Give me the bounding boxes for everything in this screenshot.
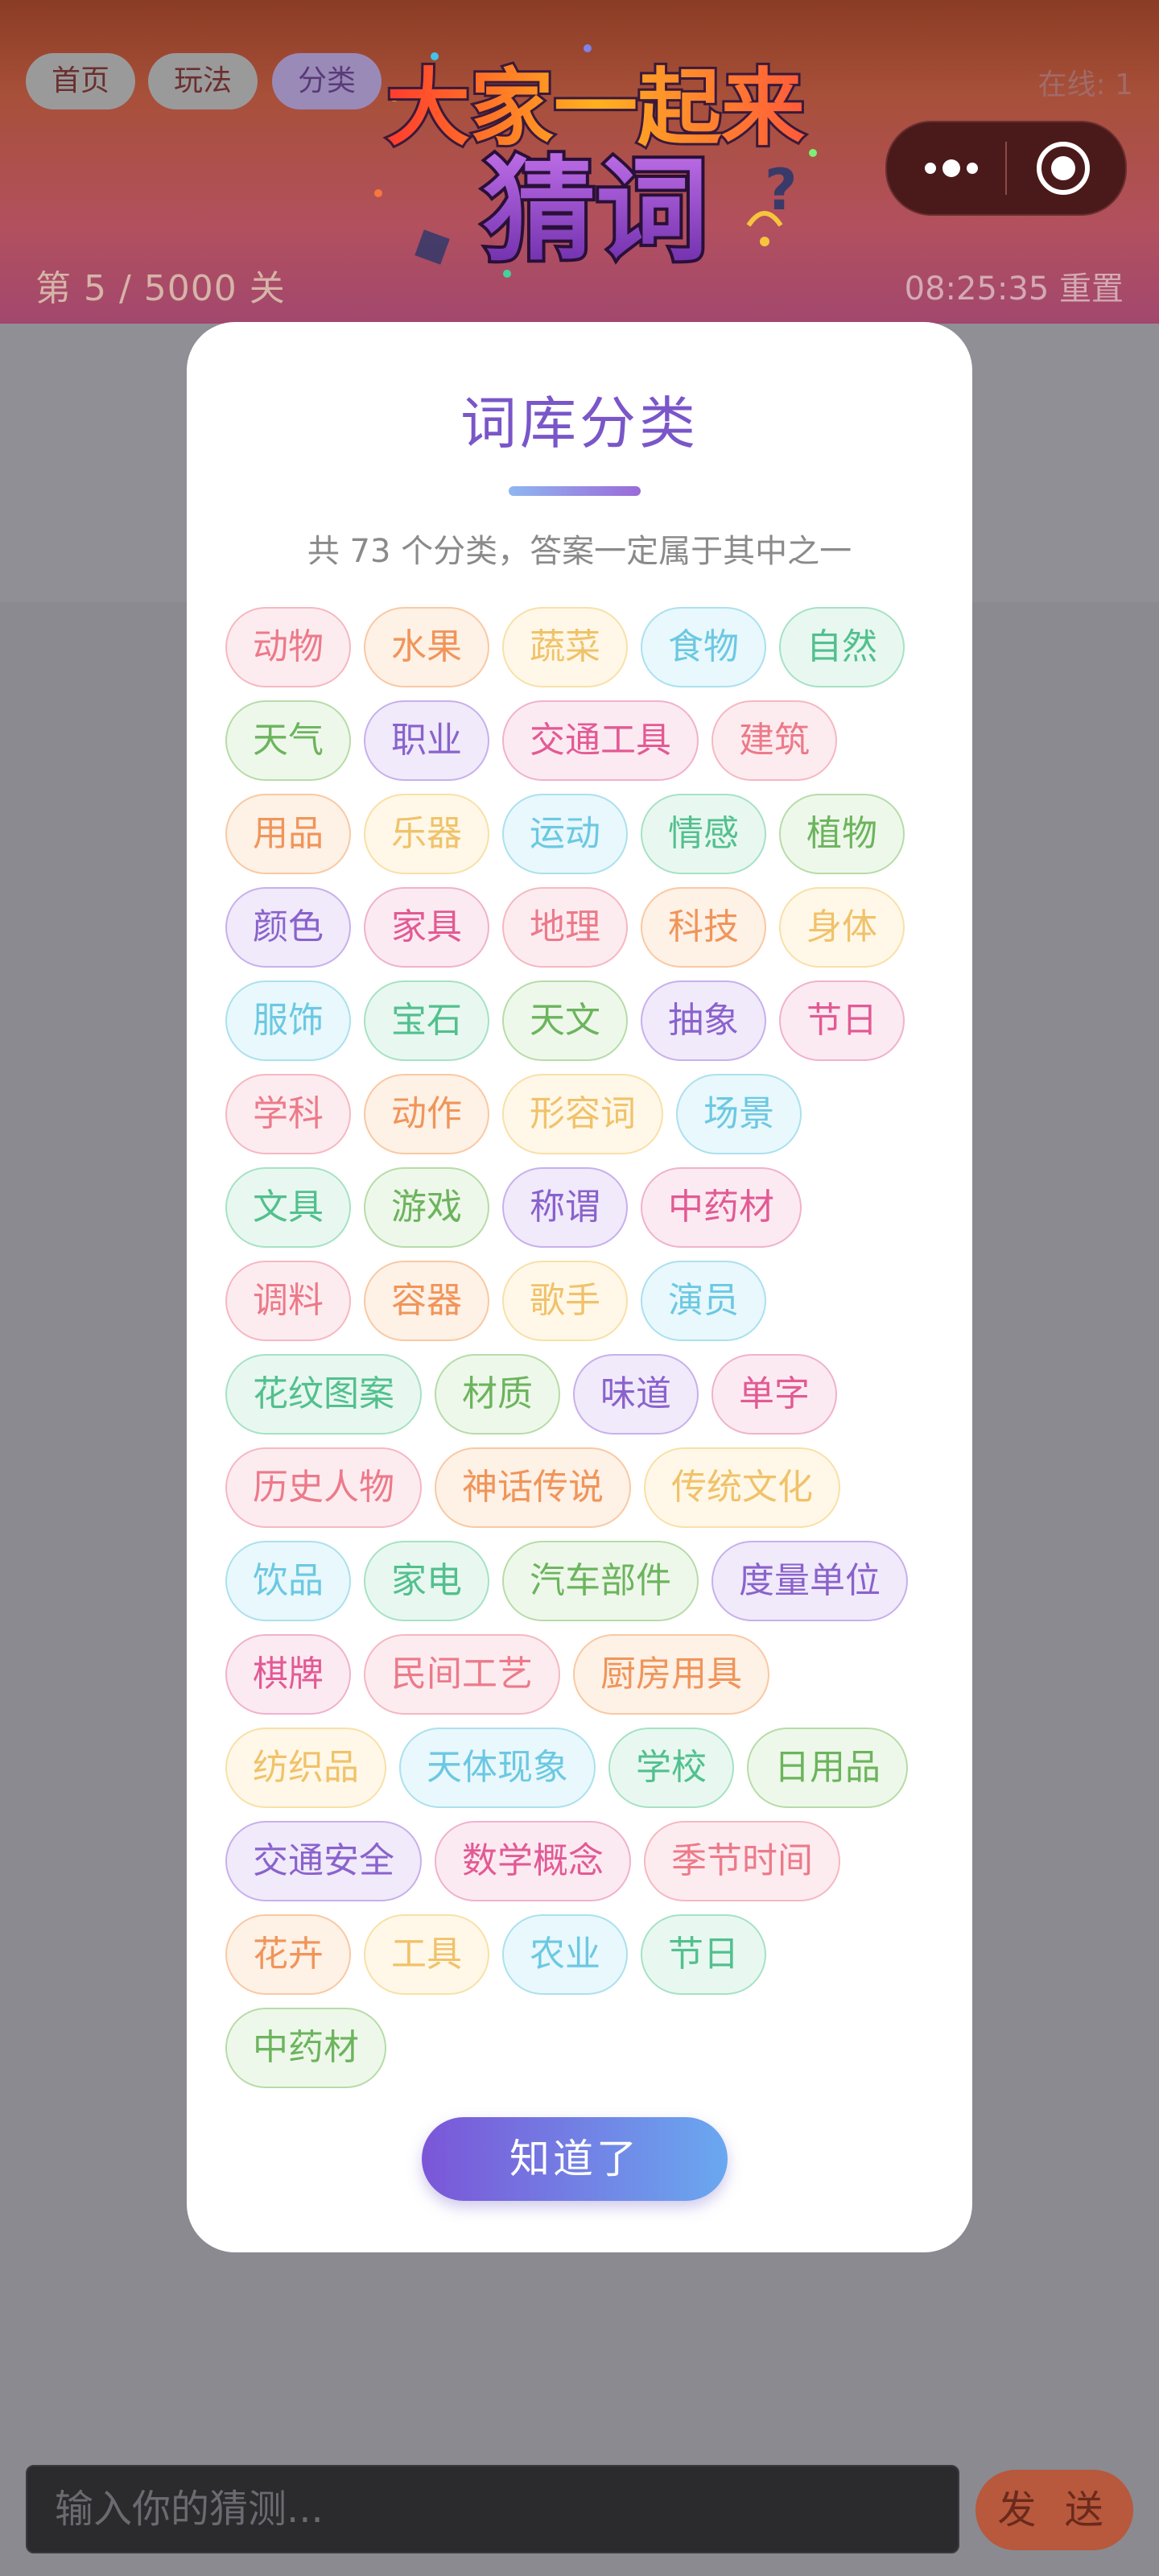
category-tag: 蔬菜 bbox=[502, 607, 628, 687]
category-tag: 中药材 bbox=[225, 2008, 386, 2088]
category-tag: 宝石 bbox=[364, 980, 489, 1061]
category-tag: 歌手 bbox=[502, 1261, 628, 1341]
reset-timer[interactable]: 08:25:35 重置 bbox=[905, 262, 1124, 309]
got-it-button[interactable]: 知道了 bbox=[422, 2117, 728, 2201]
category-tag: 神话传说 bbox=[435, 1447, 631, 1528]
svg-text:?: ? bbox=[765, 157, 798, 223]
category-tag: 身体 bbox=[779, 887, 905, 968]
category-tag: 形容词 bbox=[502, 1074, 663, 1154]
category-tag: 地理 bbox=[502, 887, 628, 968]
category-tag: 家电 bbox=[364, 1541, 489, 1621]
category-tag: 数学概念 bbox=[435, 1821, 631, 1901]
category-tag: 科技 bbox=[641, 887, 766, 968]
category-tag: 家具 bbox=[364, 887, 489, 968]
more-dots-icon[interactable] bbox=[919, 137, 984, 200]
category-tag: 情感 bbox=[641, 794, 766, 874]
logo-line1: 大家一起来 bbox=[386, 59, 805, 157]
category-tag: 纺织品 bbox=[225, 1728, 386, 1808]
category-tag: 传统文化 bbox=[644, 1447, 840, 1528]
category-tag: 交通工具 bbox=[502, 700, 699, 781]
category-tag: 颜色 bbox=[225, 887, 351, 968]
category-tag: 天体现象 bbox=[399, 1728, 596, 1808]
category-tag: 用品 bbox=[225, 794, 351, 874]
category-tag: 交通安全 bbox=[225, 1821, 422, 1901]
category-modal: 词库分类 共 73 个分类，答案一定属于其中之一 动物 水果 蔬菜 食物 自然 天气 职业交… bbox=[187, 322, 972, 2252]
game-logo: 大家一起来 猜词 ? bbox=[374, 44, 817, 280]
category-tag: 历史人物 bbox=[225, 1447, 422, 1528]
category-tag: 调料 bbox=[225, 1261, 351, 1341]
game-header: 首页 玩法 分类 大家一起来 猜词 ? 在线: 1 第 5 / 5000 关 0… bbox=[0, 0, 1159, 324]
category-tag: 演员 bbox=[641, 1261, 766, 1341]
nav-rules-button[interactable]: 玩法 bbox=[148, 53, 258, 109]
guess-input[interactable]: 输入你的猜测... bbox=[26, 2465, 959, 2553]
category-tag: 棋牌 bbox=[225, 1634, 351, 1715]
category-tag: 植物 bbox=[779, 794, 905, 874]
category-tag: 厨房用具 bbox=[573, 1634, 769, 1715]
nav-home-button[interactable]: 首页 bbox=[26, 53, 136, 109]
category-tag: 建筑 bbox=[711, 700, 837, 781]
category-tag: 自然 bbox=[779, 607, 905, 687]
capsule-divider bbox=[1005, 142, 1007, 195]
category-tag: 称谓 bbox=[502, 1167, 628, 1248]
category-tag: 动物 bbox=[225, 607, 351, 687]
category-tag: 容器 bbox=[364, 1261, 489, 1341]
modal-title: 词库分类 bbox=[460, 390, 699, 456]
category-tag: 味道 bbox=[573, 1354, 699, 1435]
category-tag: 花纹图案 bbox=[225, 1354, 422, 1435]
send-button[interactable]: 发 送 bbox=[975, 2470, 1133, 2550]
online-count: 在线: 1 bbox=[1037, 68, 1133, 101]
category-tag: 运动 bbox=[502, 794, 628, 874]
category-tag: 天文 bbox=[502, 980, 628, 1061]
category-tag: 职业 bbox=[364, 700, 489, 781]
category-tag: 农业 bbox=[502, 1914, 628, 1995]
category-tag: 水果 bbox=[364, 607, 489, 687]
category-tag: 节日 bbox=[779, 980, 905, 1061]
category-tag: 工具 bbox=[364, 1914, 489, 1995]
category-tag: 食物 bbox=[641, 607, 766, 687]
category-tag: 节日 bbox=[641, 1914, 766, 1995]
category-tag: 日用品 bbox=[747, 1728, 908, 1808]
category-tag: 单字 bbox=[711, 1354, 837, 1435]
category-tag: 乐器 bbox=[364, 794, 489, 874]
category-tag: 度量单位 bbox=[711, 1541, 908, 1621]
target-circle-icon[interactable] bbox=[1032, 137, 1095, 200]
logo-line2: 猜词 bbox=[483, 146, 708, 277]
category-tag: 学科 bbox=[225, 1074, 351, 1154]
category-tag: 动作 bbox=[364, 1074, 489, 1154]
category-tag: 服饰 bbox=[225, 980, 351, 1061]
category-tag: 汽车部件 bbox=[502, 1541, 699, 1621]
category-tag: 饮品 bbox=[225, 1541, 351, 1621]
modal-subtitle: 共 73 个分类，答案一定属于其中之一 bbox=[307, 533, 852, 570]
category-list: 动物 水果 蔬菜 食物 自然天气 职业 交通工具 建筑用品 乐器 运动 情感 植物颜色 家具 地理 科技 身体… bbox=[225, 607, 934, 2090]
category-tag: 学校 bbox=[608, 1728, 734, 1808]
category-tag: 季节时间 bbox=[644, 1821, 840, 1901]
category-tag: 天气 bbox=[225, 700, 351, 781]
miniprogram-capsule bbox=[885, 121, 1127, 216]
category-tag: 抽象 bbox=[641, 980, 766, 1061]
category-tag: 花卉 bbox=[225, 1914, 351, 1995]
title-underline bbox=[509, 486, 641, 496]
level-indicator: 第 5 / 5000 关 bbox=[35, 268, 286, 309]
category-tag: 场景 bbox=[676, 1074, 802, 1154]
category-tag: 材质 bbox=[435, 1354, 560, 1435]
category-tag: 游戏 bbox=[364, 1167, 489, 1248]
category-tag: 民间工艺 bbox=[364, 1634, 560, 1715]
category-tag: 文具 bbox=[225, 1167, 351, 1248]
category-tag: 中药材 bbox=[641, 1167, 802, 1248]
